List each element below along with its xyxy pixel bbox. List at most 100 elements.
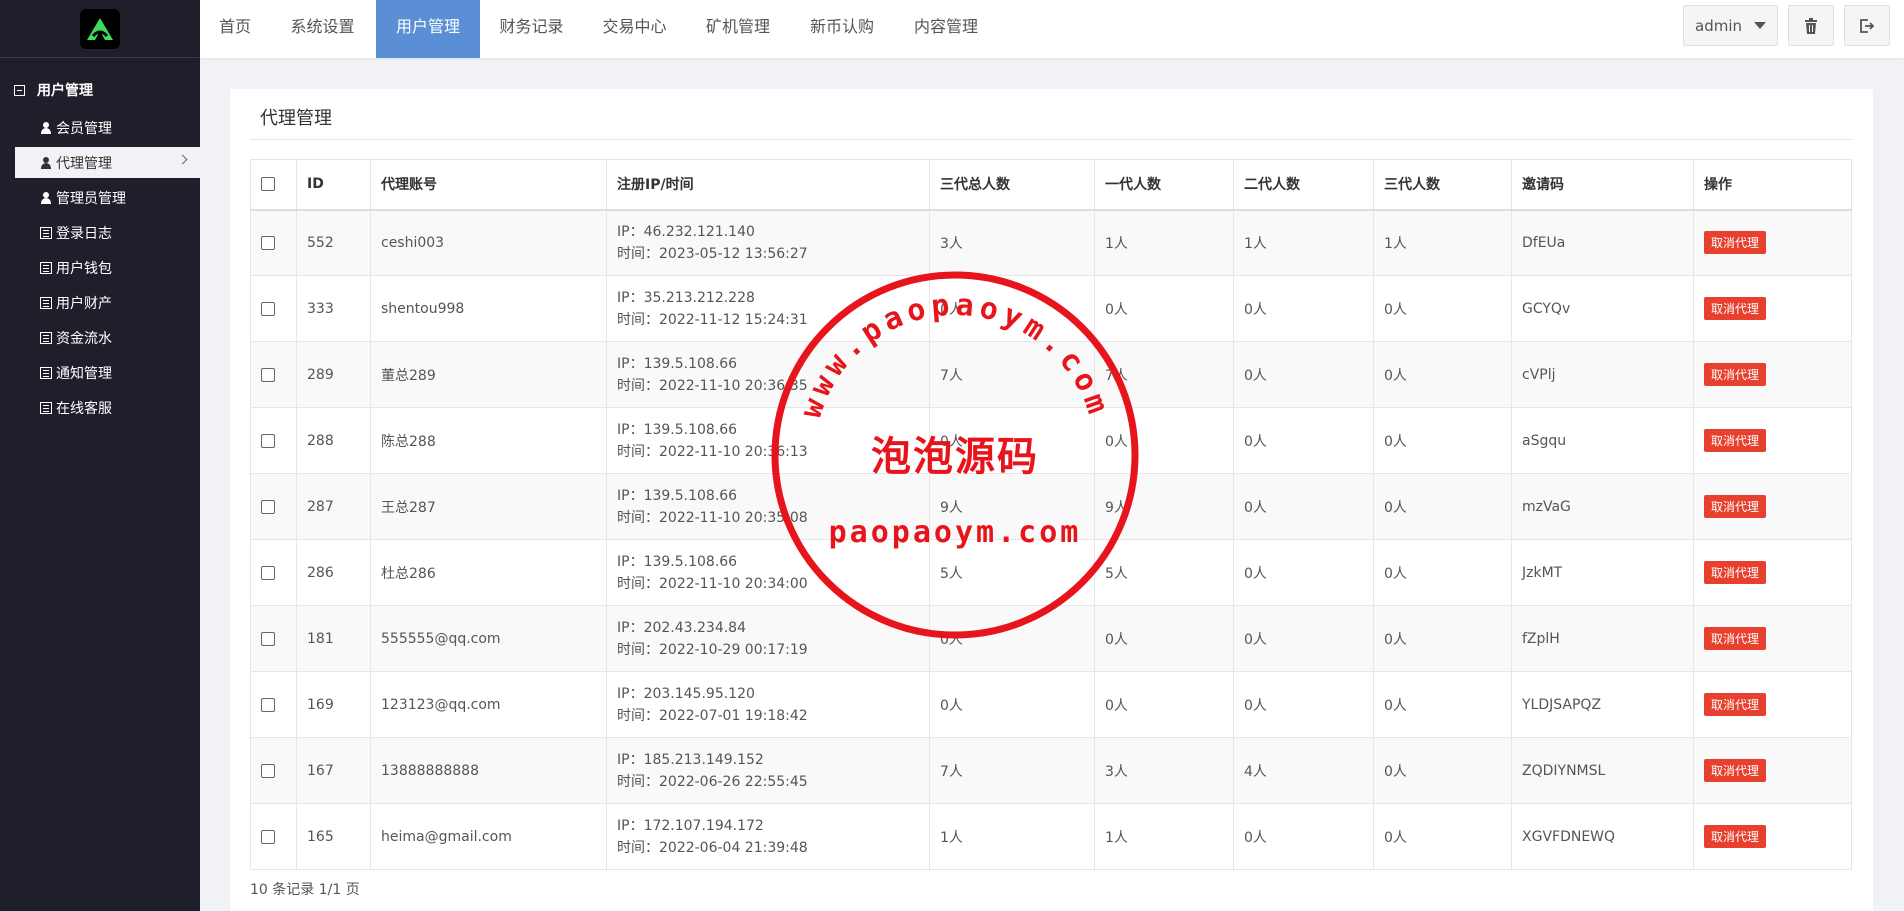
row-checkbox[interactable] [261, 235, 275, 250]
cell-invite-code: DfEUa [1511, 209, 1694, 276]
cell-ip-time: IP：139.5.108.66 时间：2022-11-10 20:36:35 [606, 341, 930, 408]
cell-gen2: 0人 [1233, 605, 1374, 672]
cell-ip: IP：172.107.194.172 [617, 817, 764, 834]
cell-ip-time: IP：172.107.194.172 时间：2022-06-04 21:39:48 [606, 803, 930, 870]
sidebar-item-assets[interactable]: 用户财产 [15, 287, 200, 318]
row-checkbox[interactable] [261, 697, 275, 712]
cell-actions: 取消代理 [1693, 605, 1852, 672]
sidebar-item-agent[interactable]: 代理管理 [15, 147, 200, 178]
cell-invite-code: fZplH [1511, 605, 1694, 672]
table-row: 165 heima@gmail.com IP：172.107.194.172 时间：2… [250, 803, 1852, 870]
cell-gen2: 0人 [1233, 341, 1374, 408]
tab-miner[interactable]: 矿机管理 [686, 0, 790, 58]
cell-id: 288 [296, 407, 371, 474]
tab-system-settings[interactable]: 系统设置 [270, 0, 375, 58]
row-checkbox[interactable] [261, 499, 275, 514]
cell-total: 7人 [929, 341, 1095, 408]
col-invite-code: 邀请码 [1511, 159, 1694, 211]
sidebar-item-login-log[interactable]: 登录日志 [15, 217, 200, 248]
sidebar-item-member[interactable]: 会员管理 [15, 112, 200, 143]
row-checkbox[interactable] [261, 367, 275, 382]
sidebar-item-admin[interactable]: 管理员管理 [15, 182, 200, 213]
cell-gen1: 0人 [1094, 407, 1234, 474]
logout-button[interactable] [1844, 5, 1890, 46]
cell-gen2: 1人 [1233, 209, 1374, 276]
row-select-cell [250, 539, 297, 606]
row-checkbox[interactable] [261, 763, 275, 778]
cell-gen3: 0人 [1373, 605, 1512, 672]
cancel-agent-button[interactable]: 取消代理 [1704, 495, 1767, 518]
cancel-agent-button[interactable]: 取消代理 [1704, 363, 1767, 386]
cell-actions: 取消代理 [1693, 275, 1852, 342]
cell-time: 时间：2022-11-10 20:36:35 [617, 377, 808, 394]
cancel-agent-button[interactable]: 取消代理 [1704, 297, 1767, 320]
cell-time: 时间：2022-11-12 15:24:31 [617, 311, 808, 328]
list-icon [40, 296, 52, 309]
list-icon [40, 226, 52, 239]
clear-cache-button[interactable] [1788, 5, 1834, 46]
cell-id: 165 [296, 803, 371, 870]
cell-total: 9人 [929, 473, 1095, 540]
col-id: ID [296, 159, 371, 211]
table-row: 169 123123@qq.com IP：203.145.95.120 时间：2022… [250, 671, 1852, 738]
sidebar-item-notice[interactable]: 通知管理 [15, 357, 200, 388]
cell-id: 181 [296, 605, 371, 672]
table-row: 181 555555@qq.com IP：202.43.234.84 时间：2022-… [250, 605, 1852, 672]
cell-total: 0人 [929, 275, 1095, 342]
sidebar-item-support[interactable]: 在线客服 [15, 392, 200, 423]
sidebar-item-cashflow[interactable]: 资金流水 [15, 322, 200, 353]
cancel-agent-button[interactable]: 取消代理 [1704, 627, 1767, 650]
cell-actions: 取消代理 [1693, 209, 1852, 276]
cell-gen3: 0人 [1373, 539, 1512, 606]
admin-dropdown[interactable]: admin [1683, 5, 1778, 46]
admin-username: admin [1695, 16, 1742, 35]
cell-actions: 取消代理 [1693, 737, 1852, 804]
tab-finance[interactable]: 财务记录 [480, 0, 583, 58]
table-row: 287 王总287 IP：139.5.108.66 时间：2022-11-10 20:… [250, 473, 1852, 540]
tab-content[interactable]: 内容管理 [894, 0, 998, 58]
row-checkbox[interactable] [261, 301, 275, 316]
cell-gen3: 0人 [1373, 737, 1512, 804]
row-checkbox[interactable] [261, 631, 275, 646]
sidebar-item-label: 会员管理 [56, 120, 112, 137]
sidebar-item-label: 用户财产 [56, 295, 112, 312]
tab-user-management[interactable]: 用户管理 [376, 0, 480, 58]
cell-account: 王总287 [370, 473, 607, 540]
cancel-agent-button[interactable]: 取消代理 [1704, 561, 1767, 584]
cell-id: 169 [296, 671, 371, 738]
cell-total: 0人 [929, 671, 1095, 738]
list-icon [40, 331, 52, 344]
menu-group-toggle[interactable]: 用户管理 [0, 78, 200, 102]
cell-gen1: 7人 [1094, 341, 1234, 408]
agent-table: ID 代理账号 注册IP/时间 三代总人数 一代人数 二代人数 三代人数 邀请码… [250, 159, 1852, 870]
cancel-agent-button[interactable]: 取消代理 [1704, 825, 1767, 848]
sidebar-item-wallet[interactable]: 用户钱包 [15, 252, 200, 283]
app-logo[interactable] [80, 8, 120, 49]
row-checkbox[interactable] [261, 829, 275, 844]
cell-ip-time: IP：203.145.95.120 时间：2022-07-01 19:18:42 [606, 671, 930, 738]
tab-home[interactable]: 首页 [200, 0, 270, 58]
row-checkbox[interactable] [261, 565, 275, 580]
cell-gen2: 0人 [1233, 671, 1374, 738]
user-icon [40, 191, 52, 204]
select-all-checkbox[interactable] [261, 177, 275, 192]
cell-account: 杜总286 [370, 539, 607, 606]
tab-trade[interactable]: 交易中心 [583, 0, 686, 58]
tab-subscription[interactable]: 新币认购 [790, 0, 894, 58]
cell-ip-time: IP：139.5.108.66 时间：2022-11-10 20:35:08 [606, 473, 930, 540]
table-row: 552 ceshi003 IP：46.232.121.140 时间：2023-05-1… [250, 209, 1852, 276]
cell-account: 陈总288 [370, 407, 607, 474]
cancel-agent-button[interactable]: 取消代理 [1704, 429, 1767, 452]
cell-id: 333 [296, 275, 371, 342]
cancel-agent-button[interactable]: 取消代理 [1704, 693, 1767, 716]
cell-gen2: 0人 [1233, 275, 1374, 342]
row-checkbox[interactable] [261, 433, 275, 448]
cell-ip-time: IP：139.5.108.66 时间：2022-11-10 20:36:13 [606, 407, 930, 474]
cell-invite-code: JzkMT [1511, 539, 1694, 606]
table-row: 333 shentou998 IP：35.213.212.228 时间：2022-11… [250, 275, 1852, 342]
cancel-agent-button[interactable]: 取消代理 [1704, 759, 1767, 782]
table-header-row: ID 代理账号 注册IP/时间 三代总人数 一代人数 二代人数 三代人数 邀请码… [250, 159, 1852, 211]
cancel-agent-button[interactable]: 取消代理 [1704, 231, 1767, 255]
cell-time: 时间：2022-11-10 20:36:13 [617, 443, 808, 460]
cell-ip: IP：139.5.108.66 [617, 355, 738, 372]
